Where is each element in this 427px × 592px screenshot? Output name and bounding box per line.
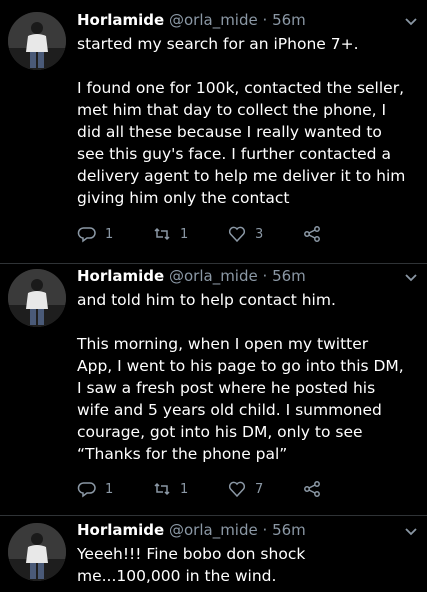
- reply-icon: [77, 482, 96, 498]
- tweet-text: Yeeeh!!! Fine bobo don shock me...100,00…: [77, 543, 407, 587]
- heart-icon: [228, 481, 246, 498]
- avatar[interactable]: [8, 12, 66, 70]
- share-icon: [304, 226, 320, 242]
- separator: ·: [262, 521, 268, 539]
- share-icon: [304, 481, 320, 497]
- like-count: 3: [255, 226, 264, 242]
- tweet-paragraph: started my search for an iPhone 7+.: [77, 35, 359, 53]
- reply-count: 1: [105, 226, 114, 242]
- separator: ·: [262, 267, 268, 285]
- like-button[interactable]: 7: [227, 479, 302, 499]
- share-button[interactable]: [302, 224, 377, 244]
- profile-photo-icon: [8, 269, 66, 327]
- tweet-paragraph: I found one for 100k, contacted the sell…: [77, 79, 406, 207]
- timestamp[interactable]: 56m: [272, 11, 306, 29]
- reply-button[interactable]: 1: [77, 224, 152, 244]
- reply-button[interactable]: 1: [77, 479, 152, 499]
- retweet-count: 1: [180, 481, 189, 497]
- reply-icon: [77, 227, 96, 243]
- heart-icon: [228, 226, 246, 243]
- display-name[interactable]: Horlamide: [77, 267, 164, 285]
- timestamp[interactable]: 56m: [272, 267, 306, 285]
- tweet-1[interactable]: Horlamide @orla_mide · 56m started my se…: [0, 0, 427, 263]
- tweet-text: and told him to help contact him. This m…: [77, 289, 407, 465]
- display-name[interactable]: Horlamide: [77, 11, 164, 29]
- chevron-down-icon[interactable]: [403, 14, 419, 30]
- profile-photo-icon: [8, 12, 66, 70]
- retweet-button[interactable]: 1: [152, 479, 227, 499]
- retweet-count: 1: [180, 226, 189, 242]
- user-handle[interactable]: @orla_mide: [169, 521, 258, 539]
- tweet-paragraph: and told him to help contact him.: [77, 291, 336, 309]
- retweet-icon: [154, 482, 170, 496]
- share-button[interactable]: [302, 479, 377, 499]
- display-name[interactable]: Horlamide: [77, 521, 164, 539]
- timestamp[interactable]: 56m: [272, 521, 306, 539]
- user-handle[interactable]: @orla_mide: [169, 11, 258, 29]
- retweet-icon: [154, 227, 170, 241]
- separator: ·: [262, 11, 268, 29]
- user-handle[interactable]: @orla_mide: [169, 267, 258, 285]
- tweet-paragraph: This morning, when I open my twitter App…: [77, 335, 404, 463]
- tweet-paragraph: Yeeeh!!! Fine bobo don shock me...100,00…: [77, 545, 306, 585]
- chevron-down-icon[interactable]: [403, 524, 419, 540]
- reply-count: 1: [105, 481, 114, 497]
- tweet-2[interactable]: Horlamide @orla_mide · 56m and told him …: [0, 263, 427, 516]
- profile-photo-icon: [8, 523, 66, 581]
- tweet-actions: 1 1 7: [77, 478, 377, 500]
- avatar[interactable]: [8, 269, 66, 327]
- avatar[interactable]: [8, 523, 66, 581]
- tweet-actions: 1 1 3: [77, 223, 377, 245]
- like-count: 7: [255, 481, 264, 497]
- chevron-down-icon[interactable]: [403, 270, 419, 286]
- like-button[interactable]: 3: [227, 224, 302, 244]
- retweet-button[interactable]: 1: [152, 224, 227, 244]
- tweet-text: started my search for an iPhone 7+. I fo…: [77, 33, 407, 209]
- tweet-3[interactable]: Horlamide @orla_mide · 56m Yeeeh!!! Fine…: [0, 515, 427, 592]
